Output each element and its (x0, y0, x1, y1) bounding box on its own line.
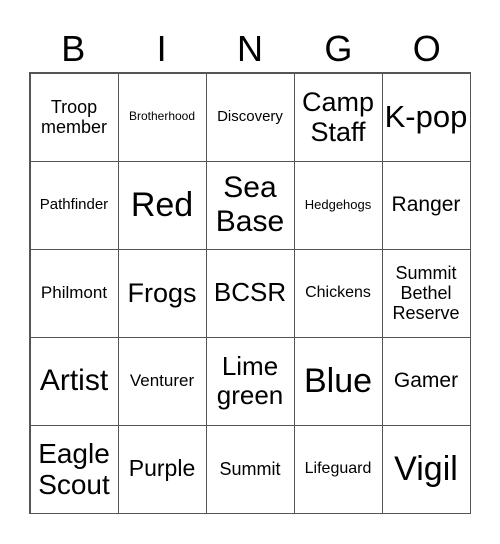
header-letter-g: G (324, 28, 353, 69)
bingo-grid: Troop member Brotherhood Discovery Camp Sta… (29, 72, 471, 514)
bingo-cell[interactable]: Ranger (381, 160, 471, 250)
bingo-cell[interactable]: Camp Staff (293, 72, 383, 162)
header-letter-i: I (156, 28, 167, 69)
bingo-cell[interactable]: Venturer (117, 336, 207, 426)
bingo-cell[interactable]: Troop member (29, 72, 119, 162)
bingo-cell[interactable]: Purple (117, 424, 207, 514)
bingo-cell[interactable]: Eagle Scout (29, 424, 119, 514)
bingo-cell[interactable]: Discovery (205, 72, 295, 162)
bingo-cell[interactable]: Red (117, 160, 207, 250)
bingo-cell[interactable]: K-pop (381, 72, 471, 162)
bingo-cell[interactable]: Chickens (293, 248, 383, 338)
bingo-cell[interactable]: Frogs (117, 248, 207, 338)
header-letter-b: B (61, 28, 86, 69)
bingo-cell[interactable]: Hedgehogs (293, 160, 383, 250)
bingo-cell[interactable]: Sea Base (205, 160, 295, 250)
bingo-cell[interactable]: Lime green (205, 336, 295, 426)
bingo-cell[interactable]: Brotherhood (117, 72, 207, 162)
bingo-cell[interactable]: Artist (29, 336, 119, 426)
bingo-cell[interactable]: Summit Bethel Reserve (381, 248, 471, 338)
bingo-cell[interactable]: Lifeguard (293, 424, 383, 514)
header-letter-n: N (236, 28, 263, 69)
bingo-cell[interactable]: Gamer (381, 336, 471, 426)
bingo-header: B I N G O (29, 26, 471, 72)
bingo-cell[interactable]: Pathfinder (29, 160, 119, 250)
bingo-cell[interactable]: Philmont (29, 248, 119, 338)
bingo-cell[interactable]: Summit (205, 424, 295, 514)
bingo-cell[interactable]: BCSR (205, 248, 295, 338)
bingo-cell[interactable]: Blue (293, 336, 383, 426)
bingo-cell[interactable]: Vigil (381, 424, 471, 514)
header-letter-o: O (412, 28, 441, 69)
